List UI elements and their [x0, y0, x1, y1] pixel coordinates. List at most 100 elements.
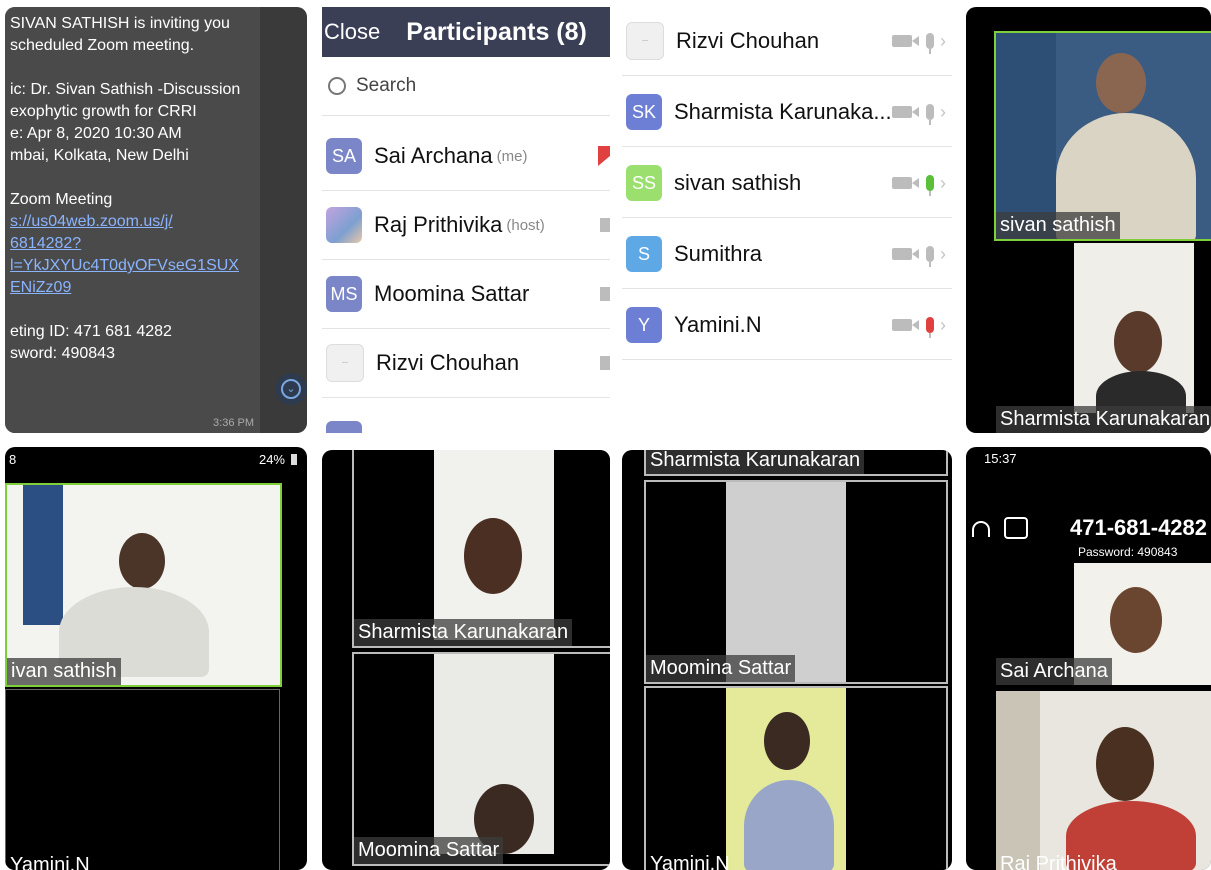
participant-name: Sai Archana	[374, 143, 493, 168]
participant-tag: (me)	[496, 147, 528, 165]
participant-nametag: Sharmista Karunakaran	[996, 406, 1211, 433]
chat-line: SIVAN SATHISH is inviting you	[10, 15, 230, 32]
chat-line[interactable]: s://us04web.zoom.us/j/	[10, 211, 240, 233]
chat-line	[10, 167, 240, 189]
mic-active-icon	[926, 175, 934, 196]
mic-icon	[926, 33, 934, 54]
video-panel-7: Sharmista Karunakaran Moomina Sattar Yam…	[622, 450, 952, 870]
video-panel-4: sivan sathish Sharmista Karunakaran	[966, 7, 1211, 433]
chat-line: sword: 490843	[10, 345, 115, 362]
participant-name: Sharmista Karunaka...	[674, 99, 892, 124]
video-panel-5: 8 24% ivan sathish Yamini.N	[5, 447, 307, 870]
video-tile[interactable]: sivan sathish	[994, 31, 1211, 241]
avatar	[326, 421, 362, 433]
participant-nametag: Sai Archana	[996, 658, 1112, 685]
list-item[interactable]: MS Moomina Sattar	[322, 260, 610, 329]
video-tile[interactable]: Sharmista Karunakaran	[644, 450, 948, 476]
chat-line[interactable]: ENiZz09	[10, 277, 240, 299]
avatar: SA	[326, 138, 362, 174]
participant-nametag: Sharmista Karunakaran	[646, 450, 865, 474]
video-tile[interactable]: Yamini.N	[644, 686, 948, 870]
list-item[interactable]: ··· Rizvi Chouhan ›	[622, 7, 952, 76]
list-item[interactable]: ··· Rizvi Chouhan	[322, 329, 610, 398]
scroll-down-button[interactable]: ⌄	[275, 373, 307, 405]
chevron-down-icon: ⌄	[281, 379, 301, 399]
chat-line[interactable]: l=YkJXYUc4T0dyOFVseG1SUX	[10, 255, 240, 277]
video-tile[interactable]: Moomina Sattar	[644, 480, 948, 684]
chat-line: scheduled Zoom meeting.	[10, 37, 195, 54]
list-item[interactable]: Y Yamini.N ›	[622, 291, 952, 360]
list-item[interactable]: S Sumithra ›	[622, 220, 952, 289]
chat-line	[10, 57, 240, 79]
avatar: Y	[626, 307, 662, 343]
avatar: ···	[626, 22, 664, 60]
list-item[interactable]: SK Sharmista Karunaka... ›	[622, 78, 952, 147]
chat-line	[10, 299, 240, 321]
chat-message-text: SIVAN SATHISH is inviting you scheduled Z…	[10, 13, 240, 365]
chat-bubble: SIVAN SATHISH is inviting you scheduled Z…	[5, 7, 260, 433]
video-icon	[892, 319, 919, 331]
participant-nametag: Raj Prithivika	[1000, 853, 1117, 870]
status-time: 8	[9, 452, 17, 467]
close-button[interactable]: Close	[324, 19, 380, 45]
video-panel-8: 15:37 471-681-4282 Password: 490843 Sai …	[966, 447, 1211, 870]
chevron-right-icon: ›	[940, 243, 946, 264]
chat-line[interactable]: 6814282?	[10, 233, 240, 255]
chevron-right-icon: ›	[940, 172, 946, 193]
list-item[interactable]: SS sivan sathish ›	[622, 149, 952, 218]
video-icon	[892, 177, 919, 189]
participant-nametag: Sharmista Karunakaran	[354, 619, 573, 646]
chat-line: e: Apr 8, 2020 10:30 AM	[10, 125, 182, 142]
participant-name: Sumithra	[674, 241, 763, 266]
search-bar[interactable]: Search	[322, 57, 610, 116]
chat-line: mbai, Kolkata, New Delhi	[10, 147, 189, 164]
participant-nametag: Yamini.N	[650, 853, 730, 870]
video-tile[interactable]: Sharmista Karunakaran	[352, 450, 610, 648]
chat-line: ic: Dr. Sivan Sathish -Discussion	[10, 81, 241, 98]
chat-timestamp: 3:36 PM	[213, 417, 254, 429]
participant-name: Raj Prithivika	[374, 212, 503, 237]
participant-nametag: ivan sathish	[7, 658, 121, 685]
participants-header: Close Participants (8)	[322, 7, 610, 57]
chevron-right-icon: ›	[940, 30, 946, 51]
video-tile[interactable]: Sharmista Karunakaran	[996, 243, 1211, 433]
video-tile[interactable]: Raj Prithivika	[996, 691, 1211, 870]
participant-name: Rizvi Chouhan	[376, 350, 520, 375]
headset-icon[interactable]	[972, 521, 990, 537]
video-panel-6: Sharmista Karunakaran Moomina Sattar	[322, 450, 610, 870]
chevron-right-icon: ›	[940, 101, 946, 122]
battery-icon	[291, 454, 297, 465]
list-item[interactable]: Raj Prithivika (host)	[322, 191, 610, 260]
video-tile[interactable]: Sai Archana	[996, 563, 1211, 685]
participant-nametag: sivan sathish	[996, 212, 1120, 239]
avatar: MS	[326, 276, 362, 312]
participants-panel-continued: ··· Rizvi Chouhan › SK Sharmista Karunak…	[622, 7, 952, 367]
video-icon	[892, 106, 919, 118]
flag-icon	[598, 146, 610, 166]
video-icon	[892, 35, 919, 47]
video-tile[interactable]: ivan sathish	[5, 483, 282, 687]
chat-line: eting ID: 471 681 4282	[10, 323, 172, 340]
mic-muted-icon	[926, 317, 934, 338]
battery-level: 24%	[258, 452, 285, 467]
video-tile[interactable]: Moomina Sattar	[352, 652, 610, 866]
camera-switch-icon[interactable]	[1004, 517, 1028, 539]
chat-panel: SIVAN SATHISH is inviting you scheduled Z…	[5, 7, 307, 433]
video-tile[interactable]: Yamini.N	[5, 689, 280, 870]
chat-line: exophytic growth for CRRI	[10, 103, 197, 120]
avatar	[326, 207, 362, 243]
avatar: SS	[626, 165, 662, 201]
avatar: S	[626, 236, 662, 272]
mic-icon	[926, 104, 934, 125]
video-icon	[600, 218, 610, 232]
status-time: 15:37	[984, 451, 1017, 466]
chevron-right-icon: ›	[940, 314, 946, 335]
video-icon	[600, 356, 610, 370]
search-icon	[328, 77, 346, 95]
mic-icon	[926, 246, 934, 267]
participant-name: Yamini.N	[674, 312, 762, 337]
meeting-id: 471-681-4282	[1070, 515, 1208, 540]
participants-title: Participants (8)	[406, 17, 587, 46]
list-item[interactable]: SA Sai Archana (me)	[322, 122, 610, 191]
search-input[interactable]: Search	[356, 75, 416, 97]
